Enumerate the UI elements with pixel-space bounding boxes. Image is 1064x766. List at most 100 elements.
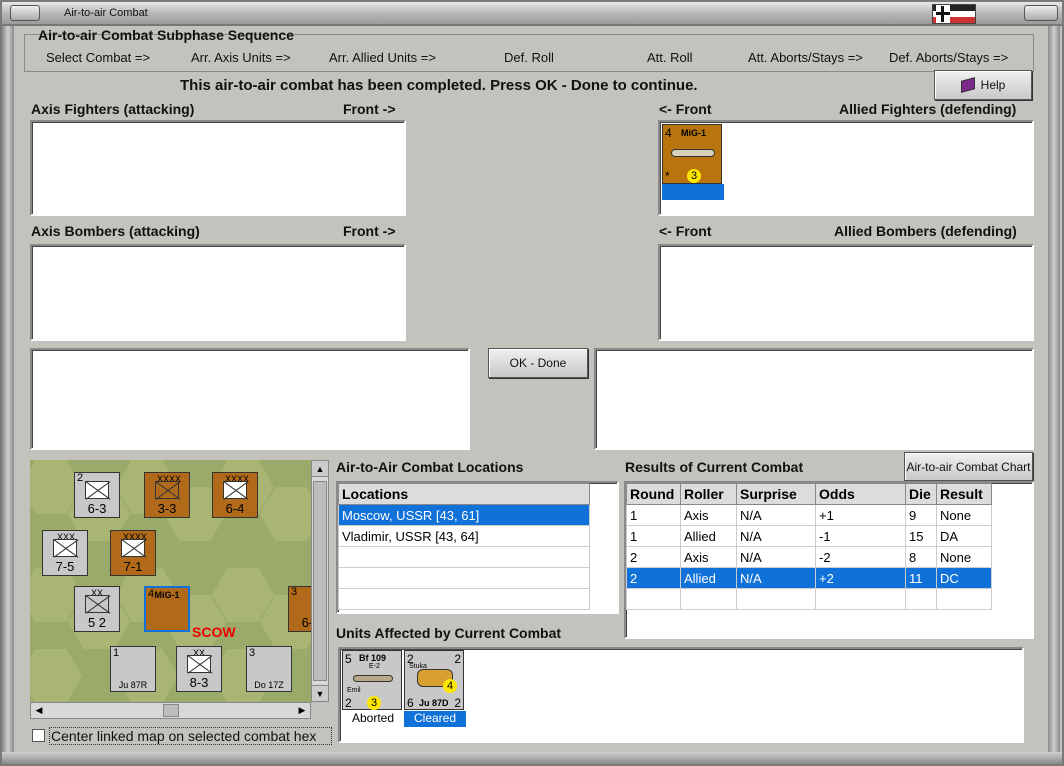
counter-name: MiG-1 (681, 128, 707, 138)
map-unit[interactable]: XX 5 2 (74, 586, 120, 632)
affected-unit-bf109[interactable]: 5 Bf 109 E-2 Emil 2 3 Aborted (342, 650, 402, 726)
linked-map[interactable]: 2 6-3 XXXX 3-3 XXXX 6-4 XXX 7-5 XXXX 7-1 XX 5 … (30, 460, 311, 702)
location-row-vladimir[interactable]: Vladimir, USSR [43, 64] (338, 525, 590, 547)
axis-info-panel (30, 348, 470, 450)
map-vertical-scrollbar[interactable]: ▲ ▼ (311, 460, 329, 702)
result-cell: 2 (626, 546, 681, 568)
axis-bombers-panel[interactable] (30, 244, 406, 341)
map-hex (30, 649, 82, 702)
step-select-combat: Select Combat => (46, 50, 151, 65)
results-title: Results of Current Combat (625, 459, 804, 475)
unit-strength: 6-4 (301, 615, 311, 630)
result-cell: None (936, 504, 992, 526)
help-label: Help (980, 78, 1006, 92)
result-cell: -2 (815, 546, 906, 568)
map-unit[interactable]: 2 6-3 (74, 472, 120, 518)
unit-top-label: 3 (291, 586, 298, 598)
map-unit[interactable]: XXXX 3-3 (144, 472, 190, 518)
step-arr-allied: Arr. Allied Units => (329, 50, 436, 65)
result-row[interactable]: 2 Allied N/A +2 11 DC (626, 567, 992, 589)
center-map-checkbox[interactable] (32, 729, 45, 742)
result-cell (626, 588, 681, 610)
result-cell: -1 (815, 525, 906, 547)
result-row[interactable]: 1 Axis N/A +1 9 None (626, 504, 992, 526)
result-cell: 1 (626, 504, 681, 526)
unit-strength: MiG-1 (154, 590, 180, 600)
map-unit[interactable]: XXX 7-5 (42, 530, 88, 576)
affected-units-panel[interactable]: 5 Bf 109 E-2 Emil 2 3 Aborted 2 2 Stuka … (338, 647, 1024, 743)
unit-strength: 5 2 (87, 615, 107, 630)
allied-fighters-front: <- Front (659, 101, 712, 117)
allied-bombers-panel[interactable] (658, 244, 1034, 341)
result-cell: N/A (736, 525, 816, 547)
map-unit[interactable]: 4 MiG-1 (144, 586, 190, 632)
air-combat-window: Air-to-air Combat Air-to-air Combat Subp… (0, 0, 1064, 766)
results-table-panel[interactable]: Round Roller Surprise Odds Die Result 1A… (624, 481, 1034, 639)
result-cell: Allied (680, 567, 737, 589)
locations-list[interactable]: Locations Moscow, USSR [43, 61] Vladimir… (336, 481, 619, 614)
unit-status: Aborted (351, 711, 395, 725)
scroll-left-arrow[interactable]: ◀ (31, 703, 47, 718)
col-round: Round (626, 483, 681, 505)
allied-fighters-panel[interactable]: 4 MiG-1 * 3 (658, 120, 1034, 216)
unit-variant: Emil (347, 687, 361, 694)
mig1-counter[interactable]: 4 MiG-1 * 3 (662, 124, 724, 200)
result-row[interactable]: 2 Axis N/A -2 8 None (626, 546, 992, 568)
result-cell: +2 (815, 567, 906, 589)
aircraft-icon (671, 149, 715, 157)
result-cell (815, 588, 906, 610)
result-cell: 1 (626, 525, 681, 547)
result-cell: DC (936, 567, 992, 589)
close-button[interactable] (1024, 5, 1058, 21)
axis-fighters-panel[interactable] (30, 120, 406, 216)
allied-fighters-label: Allied Fighters (defending) (839, 101, 1017, 117)
result-row-empty (626, 588, 992, 610)
minimize-button[interactable] (10, 5, 40, 21)
scroll-thumb[interactable] (313, 481, 327, 681)
scroll-down-arrow[interactable]: ▼ (312, 685, 328, 701)
results-table: Round Roller Surprise Odds Die Result 1A… (626, 483, 992, 610)
col-surprise: Surprise (736, 483, 816, 505)
map-unit[interactable]: 3 Do 17Z (246, 646, 292, 692)
scroll-up-arrow[interactable]: ▲ (312, 461, 328, 477)
unit-circle: 4 (443, 679, 457, 693)
map-unit[interactable]: 3 6-4 (288, 586, 311, 632)
locations-title: Air-to-Air Combat Locations (336, 459, 524, 475)
affected-unit-ju87d[interactable]: 2 2 Stuka 4 6 Ju 87D 2 Cleared (404, 650, 466, 727)
step-def-roll: Def. Roll (504, 50, 554, 65)
result-cell: N/A (736, 546, 816, 568)
left-frame (2, 26, 14, 756)
locations-header: Locations (338, 483, 590, 505)
ok-done-button[interactable]: OK - Done (488, 348, 588, 378)
location-row-moscow[interactable]: Moscow, USSR [43, 61] (338, 504, 590, 526)
unit-strength: Do 17Z (254, 680, 284, 690)
result-row[interactable]: 1 Allied N/A -1 15 DA (626, 525, 992, 547)
step-att-roll: Att. Roll (647, 50, 693, 65)
scroll-right-arrow[interactable]: ▶ (294, 703, 310, 718)
center-map-label[interactable]: Center linked map on selected combat hex (49, 727, 332, 745)
col-die: Die (905, 483, 937, 505)
unit-strength: Ju 87R (118, 680, 148, 690)
subphase-heading: Air-to-air Combat Subphase Sequence (38, 27, 294, 43)
book-icon (960, 77, 975, 93)
map-unit[interactable]: XXXX 6-4 (212, 472, 258, 518)
col-odds: Odds (815, 483, 906, 505)
map-horizontal-scrollbar[interactable]: ◀ ▶ (30, 702, 311, 719)
result-cell: 8 (905, 546, 937, 568)
right-frame (1048, 26, 1060, 756)
combat-chart-button[interactable]: Air-to-air Combat Chart (904, 452, 1033, 481)
result-cell: None (936, 546, 992, 568)
col-result: Result (936, 483, 992, 505)
map-unit[interactable]: XX 8-3 (176, 646, 222, 692)
help-button[interactable]: Help (934, 70, 1032, 100)
german-flag-icon (932, 4, 976, 24)
map-unit[interactable]: XXXX 7-1 (110, 530, 156, 576)
scroll-h-thumb[interactable] (163, 704, 179, 717)
map-unit[interactable]: 1 Ju 87R (110, 646, 156, 692)
map-city-label: SCOW (192, 624, 236, 640)
unit-circle: 3 (367, 696, 381, 710)
result-cell: 15 (905, 525, 937, 547)
result-cell (736, 588, 816, 610)
status-message: This air-to-air combat has been complete… (180, 77, 698, 94)
location-row-empty (338, 567, 590, 589)
